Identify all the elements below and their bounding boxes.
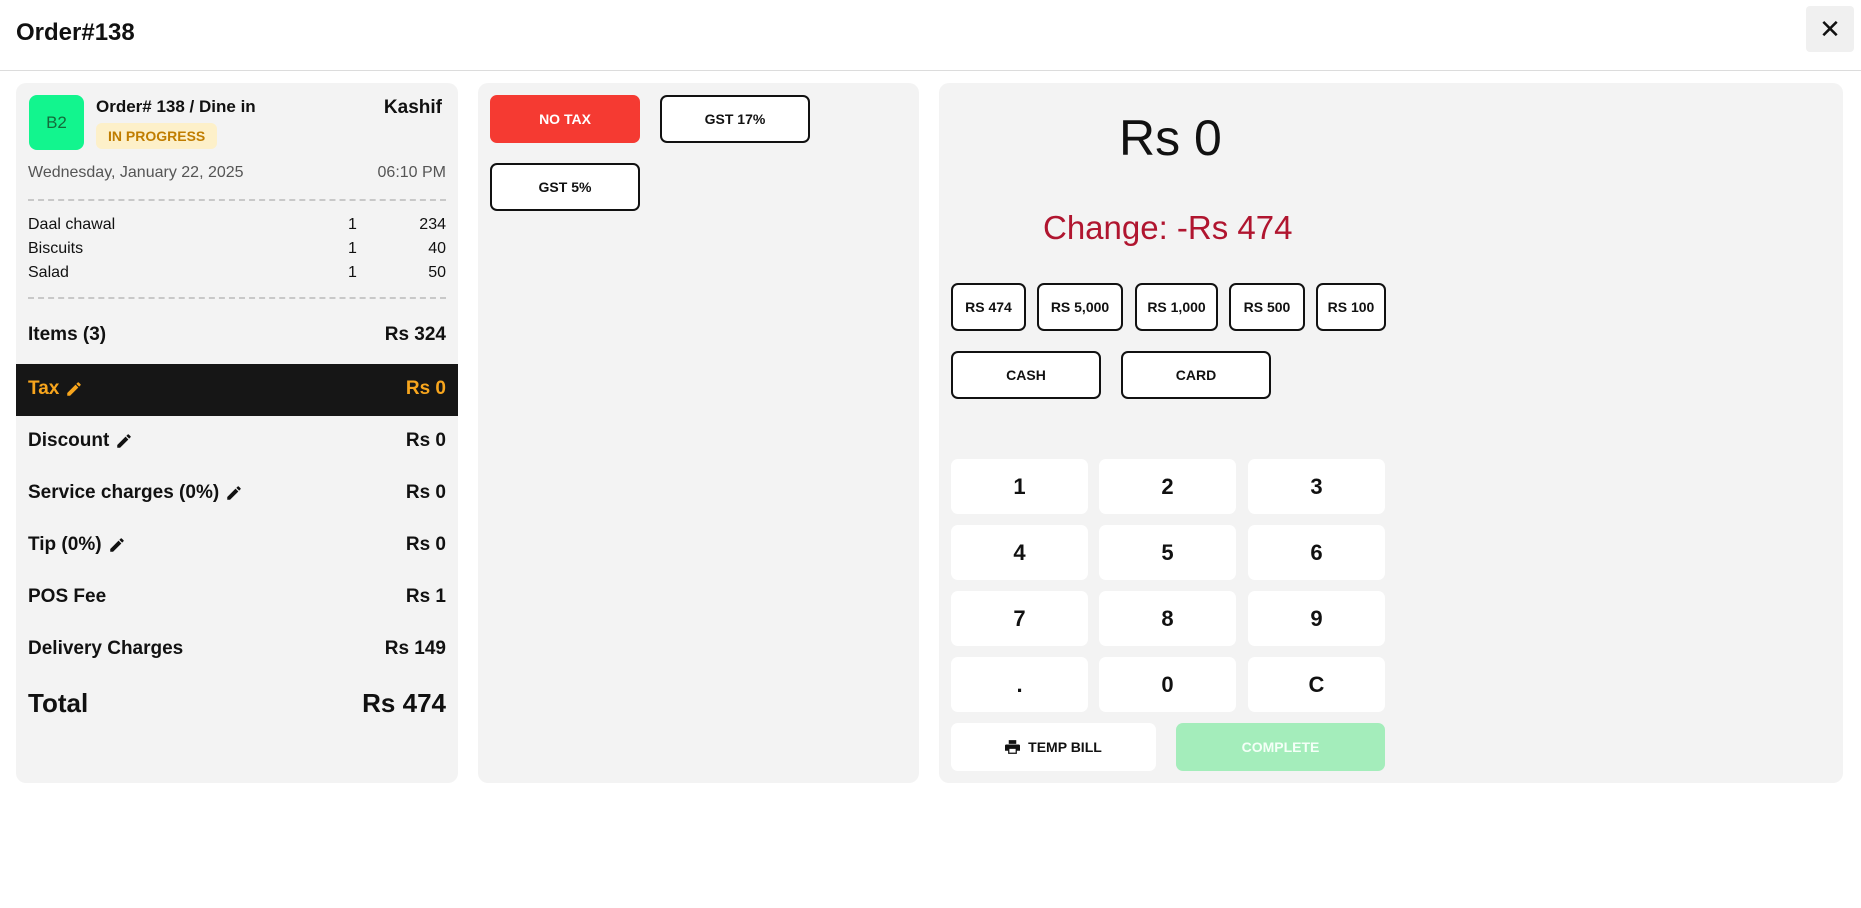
pos-fee-label: POS Fee: [28, 586, 107, 607]
pencil-icon[interactable]: [115, 432, 133, 450]
total-row: Total Rs 474: [16, 676, 458, 728]
printer-icon: [1005, 740, 1021, 754]
no-tax-button[interactable]: NO TAX: [490, 95, 640, 143]
tip-label: Tip (0%): [28, 534, 102, 555]
card-button[interactable]: CARD: [1121, 351, 1271, 399]
service-charges-label: Service charges (0%): [28, 482, 220, 503]
list-item: Daal chawal 1 234: [28, 214, 446, 238]
total-label: Total: [28, 688, 89, 718]
divider: [28, 199, 446, 201]
table-badge: B2: [29, 95, 84, 150]
discount-row[interactable]: Discount Rs 0: [16, 416, 458, 468]
gst-17-button[interactable]: GST 17%: [660, 95, 810, 143]
item-name: Salad: [28, 264, 69, 281]
keypad-key-8[interactable]: 8: [1099, 591, 1236, 646]
tip-row[interactable]: Tip (0%) Rs 0: [16, 520, 458, 572]
keypad-key-clear[interactable]: C: [1248, 657, 1385, 712]
quick-amount-button[interactable]: RS 1,000: [1135, 283, 1218, 331]
pencil-icon[interactable]: [225, 484, 243, 502]
quick-amount-button[interactable]: RS 474: [951, 283, 1026, 331]
keypad-key-3[interactable]: 3: [1248, 459, 1385, 514]
divider: [28, 297, 446, 299]
item-qty: 1: [348, 216, 357, 233]
cash-button[interactable]: CASH: [951, 351, 1101, 399]
order-time: 06:10 PM: [377, 164, 446, 181]
keypad-key-7[interactable]: 7: [951, 591, 1088, 646]
quick-amount-button[interactable]: RS 100: [1316, 283, 1386, 331]
item-qty: 1: [348, 264, 357, 281]
tax-label: Tax: [28, 378, 60, 399]
quick-amount-button[interactable]: RS 500: [1229, 283, 1305, 331]
order-date: Wednesday, January 22, 2025: [28, 164, 244, 181]
delivery-charges-value: Rs 149: [384, 638, 446, 659]
close-button[interactable]: ✕: [1806, 6, 1854, 52]
keypad-key-2[interactable]: 2: [1099, 459, 1236, 514]
status-badge: IN PROGRESS: [96, 123, 218, 149]
temp-bill-label: TEMP BILL: [1028, 739, 1102, 755]
items-row: Items (3) Rs 324: [16, 310, 458, 362]
keypad-key-decimal[interactable]: .: [951, 657, 1088, 712]
order-summary-panel: B2 Order# 138 / Dine in IN PROGRESS Kash…: [16, 83, 458, 783]
payment-panel: Rs 0 Change: -Rs 474 RS 474 RS 5,000 RS …: [939, 83, 1843, 783]
list-item: Salad 1 50: [28, 262, 446, 286]
tax-options-panel: NO TAX GST 17% GST 5%: [478, 83, 919, 783]
pos-fee-row: POS Fee Rs 1: [16, 572, 458, 624]
item-price: 50: [428, 264, 446, 281]
tax-row[interactable]: Tax Rs 0: [16, 364, 458, 416]
change-amount: Change: -Rs 474: [1043, 209, 1293, 246]
service-charges-value: Rs 0: [405, 482, 446, 503]
keypad-key-1[interactable]: 1: [951, 459, 1088, 514]
item-list: Daal chawal 1 234 Biscuits 1 40 Salad 1 …: [28, 214, 446, 286]
pencil-icon[interactable]: [108, 536, 126, 554]
tendered-amount: Rs 0: [1119, 110, 1222, 166]
temp-bill-button[interactable]: TEMP BILL: [951, 723, 1156, 771]
pos-fee-value: Rs 1: [405, 586, 446, 607]
item-price: 40: [428, 240, 446, 257]
close-icon: ✕: [1819, 13, 1841, 44]
discount-label: Discount: [28, 430, 110, 451]
delivery-charges-label: Delivery Charges: [28, 638, 184, 659]
top-bar: Order#138 ✕: [0, 0, 1861, 71]
keypad-key-0[interactable]: 0: [1099, 657, 1236, 712]
service-charges-row[interactable]: Service charges (0%) Rs 0: [16, 468, 458, 520]
keypad-key-5[interactable]: 5: [1099, 525, 1236, 580]
page-title: Order#138: [16, 19, 135, 46]
delivery-charges-row: Delivery Charges Rs 149: [16, 624, 458, 676]
item-name: Daal chawal: [28, 216, 116, 233]
discount-value: Rs 0: [405, 430, 446, 451]
keypad-key-4[interactable]: 4: [951, 525, 1088, 580]
items-value: Rs 324: [384, 324, 446, 345]
order-info: Order# 138 / Dine in: [96, 97, 256, 116]
complete-button[interactable]: COMPLETE: [1176, 723, 1385, 771]
keypad-key-9[interactable]: 9: [1248, 591, 1385, 646]
gst-5-button[interactable]: GST 5%: [490, 163, 640, 211]
tax-value: Rs 0: [405, 378, 446, 399]
list-item: Biscuits 1 40: [28, 238, 446, 262]
tip-value: Rs 0: [405, 534, 446, 555]
item-price: 234: [419, 216, 446, 233]
waiter-name: Kashif: [383, 97, 442, 118]
pencil-icon[interactable]: [65, 380, 83, 398]
item-qty: 1: [348, 240, 357, 257]
keypad-key-6[interactable]: 6: [1248, 525, 1385, 580]
item-name: Biscuits: [28, 240, 84, 257]
quick-amount-button[interactable]: RS 5,000: [1037, 283, 1123, 331]
items-label: Items (3): [28, 324, 107, 345]
total-value: Rs 474: [362, 688, 446, 718]
